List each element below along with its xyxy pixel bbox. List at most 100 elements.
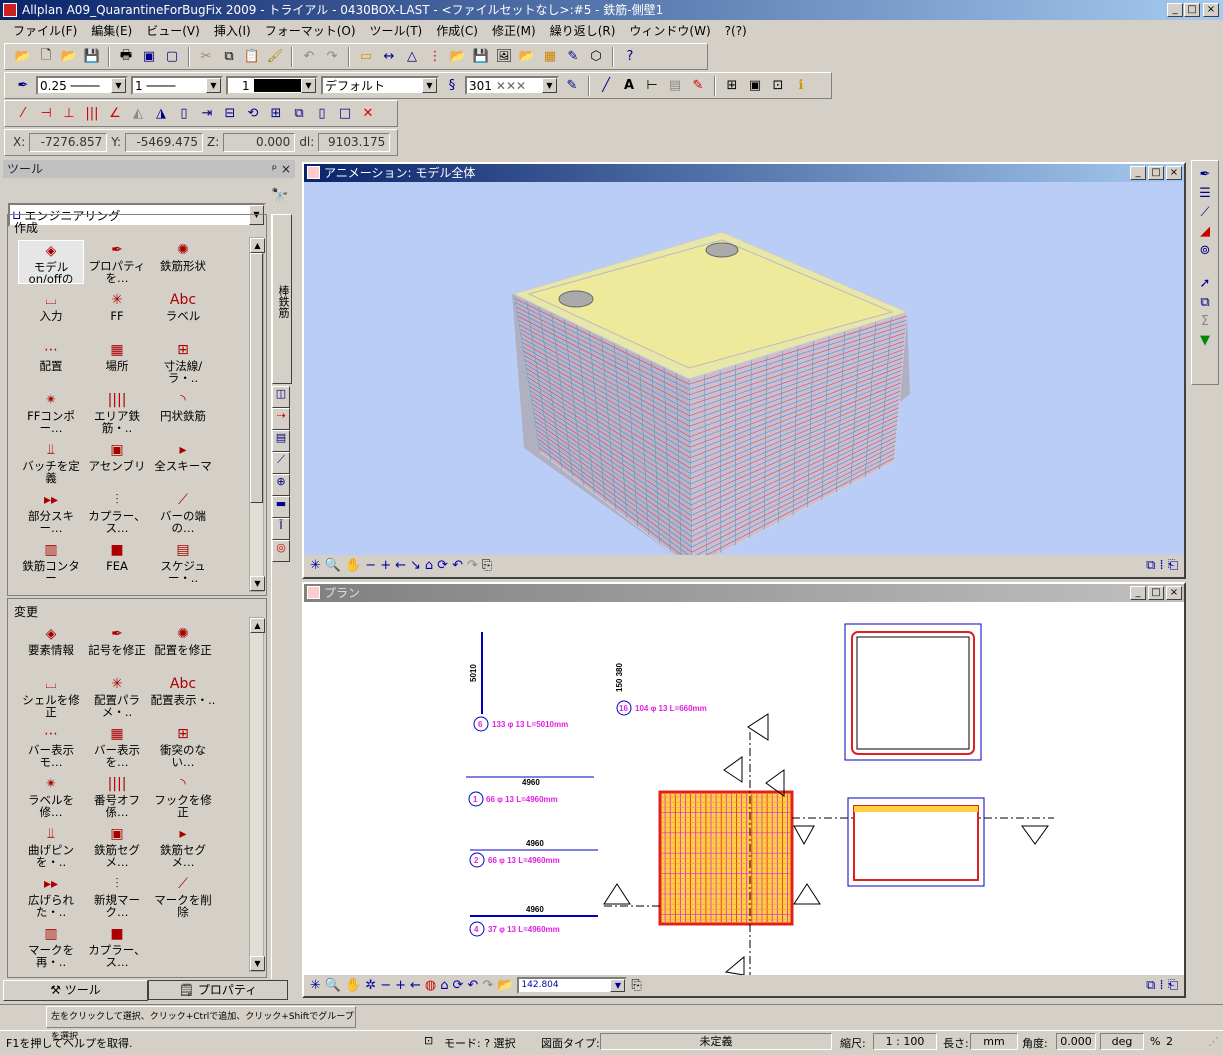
undo-icon[interactable]: ↶ [299, 47, 319, 67]
tool-create-item[interactable]: ✒ プロパティを… [84, 240, 150, 284]
filter-select-icon[interactable]: ⧉ [1200, 295, 1209, 310]
menu-format[interactable]: フォーマット(O) [258, 21, 363, 41]
plan-viewport[interactable]: 5010 6 133 φ 13 L=5010mm 150 380 16 104 … [304, 602, 1184, 975]
pan-icon[interactable]: ✋ [345, 978, 361, 993]
rotate-icon[interactable]: ⟲ [243, 104, 263, 124]
distance-icon[interactable]: ↔ [379, 47, 399, 67]
tool-modify-item[interactable]: ⟋ マークを削除 [150, 874, 216, 918]
layout-icon[interactable]: ▢ [162, 47, 182, 67]
tool-create-item[interactable]: |||| エリア鉄筋・.. [84, 390, 150, 434]
menu-modify[interactable]: 修正(M) [485, 21, 543, 41]
tab-stair[interactable]: ⟋ [272, 452, 290, 474]
zoom-out-icon[interactable]: − [365, 558, 376, 573]
close-button[interactable]: × [1166, 586, 1182, 600]
orbit-icon[interactable]: ⟳ [437, 558, 448, 573]
layer-select[interactable]: デフォルト ▼ [321, 76, 439, 95]
tab-tools[interactable]: ⚒ ツール [3, 980, 148, 1001]
menu-help[interactable]: ?(?) [718, 21, 754, 41]
back-icon[interactable]: ← [410, 978, 421, 993]
stretch-icon[interactable]: ▯ [312, 104, 332, 124]
transform-icon[interactable]: ⧉ [289, 104, 309, 124]
close-button[interactable]: × [1166, 166, 1182, 180]
tab-bar-rebar[interactable]: 棒鉄筋 [272, 214, 292, 384]
tool-create-item[interactable]: ⊞ 寸法線/ラ・.. [150, 340, 216, 384]
pattern-select[interactable]: 301 ✕✕✕ ▼ [465, 76, 559, 95]
forward-icon[interactable]: ↘ [410, 558, 421, 573]
mirror-icon[interactable]: ◭ [128, 104, 148, 124]
app-icon[interactable] [3, 3, 17, 17]
tool-modify-item[interactable]: ⌴ シェルを修正 [18, 674, 84, 718]
properties-icon[interactable]: ⊚ [1200, 243, 1211, 258]
tool-modify-item[interactable]: ▣ 鉄筋セグメ… [84, 824, 150, 868]
minimize-button[interactable]: _ [1130, 586, 1146, 600]
length-unit-field[interactable]: mm [970, 1033, 1018, 1050]
pan-icon[interactable]: ✋ [345, 558, 361, 573]
help-icon[interactable]: ? [620, 47, 640, 67]
panel-close-icon[interactable]: × [281, 160, 291, 178]
view-type-icon[interactable]: ⧉ [1146, 558, 1155, 573]
label-tool-icon[interactable]: ▤ [665, 76, 685, 96]
select-icon[interactable]: ➚ [1200, 276, 1211, 291]
drawing-type-field[interactable]: 未定義 [600, 1033, 832, 1050]
maximize-button[interactable]: □ [1184, 3, 1200, 17]
rebar-modify-icon[interactable]: ✎ [688, 76, 708, 96]
open-file-icon[interactable]: 📂 [59, 47, 79, 67]
create-scrollbar[interactable]: ▲ ▼ [249, 237, 265, 592]
tool-create-item[interactable]: Abc ラベル [150, 290, 216, 334]
navigation-icon[interactable]: ⌂ [440, 978, 448, 993]
modify-icon[interactable]: ◢ [1200, 224, 1210, 239]
tool-create-item[interactable]: ▤ スケジュー・.. [150, 540, 216, 584]
animation-viewport[interactable] [304, 182, 1184, 555]
layer-select-icon[interactable]: ▦ [540, 47, 560, 67]
tool-create-item[interactable]: ⋯ 配置 [18, 340, 84, 384]
menu-edit[interactable]: 編集(E) [84, 21, 139, 41]
scroll-down-button[interactable]: ▼ [250, 956, 265, 971]
pen-thickness-select[interactable]: 0.25 ──── ▼ [36, 76, 128, 95]
cut-icon[interactable]: ✂ [196, 47, 216, 67]
tool-modify-item[interactable]: ▦ バー表示を… [84, 724, 150, 768]
format-brush-icon[interactable]: ✎ [562, 76, 582, 96]
binoculars-icon[interactable]: 🔭 [271, 188, 288, 204]
save-icon[interactable]: 💾 [82, 47, 102, 67]
undo-view-icon[interactable]: ↶ [452, 558, 463, 573]
3d-view-icon[interactable]: ⬡ [586, 47, 606, 67]
new-file-icon[interactable]: 🗋 [36, 47, 56, 67]
line-type-select[interactable]: 1 ──── ▼ [131, 76, 223, 95]
angle-unit-field[interactable]: deg [1100, 1033, 1144, 1050]
tool-modify-item[interactable]: ▸▸ 広げられた・.. [18, 874, 84, 918]
minimize-button[interactable]: _ [1167, 3, 1183, 17]
tool-modify-item[interactable]: ✳ 配置パラメ・.. [84, 674, 150, 718]
zoom-icon[interactable]: 🔍 [325, 558, 341, 573]
line-icon[interactable]: ⟋ [1200, 205, 1209, 220]
tool-create-item[interactable]: ⫶ カプラー、ス… [84, 490, 150, 534]
redo-icon[interactable]: ↷ [322, 47, 342, 67]
menu-repeat[interactable]: 繰り返し(R) [543, 21, 623, 41]
tool-create-item[interactable]: ■ FEA [84, 540, 150, 584]
menu-file[interactable]: ファイル(F) [6, 21, 84, 41]
tool-create-item[interactable]: ⌴ 入力 [18, 290, 84, 334]
close-button[interactable]: × [1203, 3, 1219, 17]
pen-settings-icon[interactable]: ✎ [563, 47, 583, 67]
tab-ced[interactable]: ▬ [272, 496, 290, 518]
all-view-icon[interactable]: ✳ [310, 978, 321, 993]
bookmark-icon[interactable]: ⎘ [482, 558, 492, 573]
info-icon[interactable]: ℹ [791, 76, 811, 96]
tab-reinforcement[interactable]: ⇢ [272, 408, 290, 430]
orbit-icon[interactable]: ⟳ [453, 978, 464, 993]
text-tool-icon[interactable]: A [619, 76, 639, 96]
measure-icon[interactable]: ▭ [356, 47, 376, 67]
pin-icon[interactable]: ᵖ [272, 160, 277, 178]
tool-modify-item[interactable]: ■ カプラー、ス… [84, 924, 150, 968]
tool-modify-item[interactable]: ⫫ 曲げピンを・.. [18, 824, 84, 868]
chevron-down-icon[interactable]: ▼ [206, 78, 221, 93]
tool-create-item[interactable]: ▸ 全スキーマ [150, 440, 216, 484]
tool-modify-item[interactable]: ⋯ バー表示モ… [18, 724, 84, 768]
eyedropper-icon[interactable]: ✒ [1200, 167, 1211, 182]
view-settings-icon[interactable]: ⎗ [1168, 978, 1178, 993]
menu-insert[interactable]: 挿入(I) [207, 21, 258, 41]
tool-create-item[interactable]: ✺ 鉄筋形状 [150, 240, 216, 284]
paste-icon[interactable]: 📋 [242, 47, 262, 67]
tool-create-item[interactable]: ▸▸ 部分スキー… [18, 490, 84, 534]
tool-create-item[interactable]: ▥ 鉄筋コンター [18, 540, 84, 584]
maximize-button[interactable]: □ [1148, 166, 1164, 180]
